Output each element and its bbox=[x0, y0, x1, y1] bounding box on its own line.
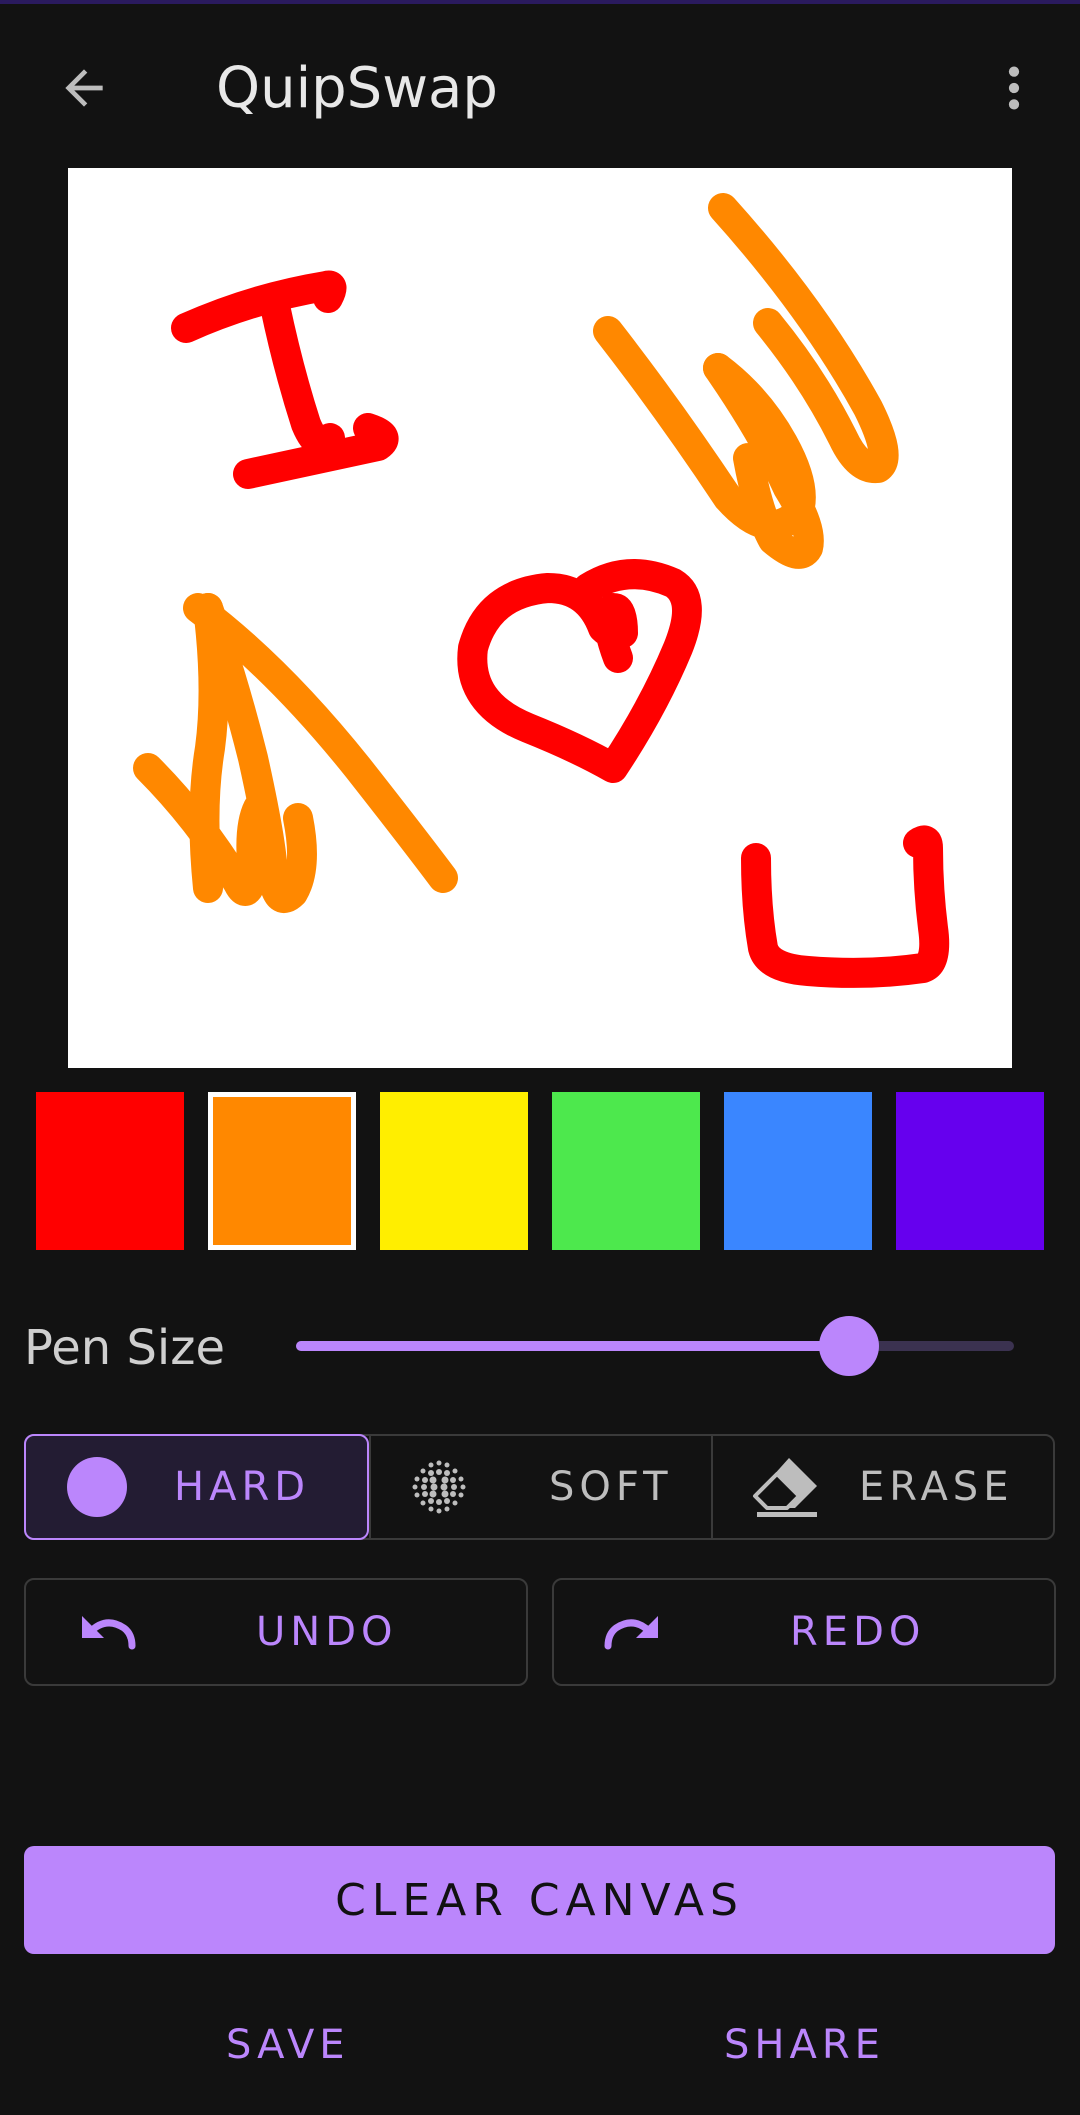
save-button[interactable]: SAVE bbox=[226, 2010, 350, 2080]
brush-erase-button[interactable]: ERASE bbox=[713, 1436, 1053, 1538]
brush-soft-label: SOFT bbox=[549, 1464, 673, 1510]
eraser-icon bbox=[753, 1458, 817, 1517]
slider-track-fill bbox=[296, 1341, 849, 1351]
redo-label: REDO bbox=[790, 1609, 926, 1655]
clear-canvas-button[interactable]: CLEAR CANVAS bbox=[24, 1846, 1055, 1954]
arrow-left-icon bbox=[65, 69, 103, 107]
swatch-green[interactable] bbox=[552, 1092, 700, 1250]
brush-erase-label: ERASE bbox=[859, 1464, 1014, 1510]
stroke-letter-u bbox=[741, 825, 950, 988]
redo-button[interactable]: REDO bbox=[552, 1578, 1056, 1686]
undo-button[interactable]: UNDO bbox=[24, 1578, 528, 1686]
canvas-drawing bbox=[133, 193, 950, 988]
app-bar: QuipSwap bbox=[0, 4, 1080, 164]
color-palette bbox=[36, 1092, 1044, 1250]
swatch-blue[interactable] bbox=[724, 1092, 872, 1250]
swatch-yellow[interactable] bbox=[380, 1092, 528, 1250]
stroke-letter-i bbox=[171, 270, 399, 489]
brush-hard-label: HARD bbox=[174, 1464, 311, 1510]
stroke-letter-n bbox=[133, 593, 458, 913]
divider bbox=[369, 1436, 371, 1538]
brush-hard-button[interactable]: HARD bbox=[24, 1434, 369, 1540]
stroke-heart bbox=[457, 559, 702, 783]
clear-canvas-label: CLEAR CANVAS bbox=[335, 1874, 744, 1926]
overflow-menu-button[interactable] bbox=[974, 48, 1054, 128]
share-button[interactable]: SHARE bbox=[724, 2010, 885, 2080]
undo-label: UNDO bbox=[256, 1609, 398, 1655]
swatch-orange[interactable] bbox=[208, 1092, 356, 1250]
brush-mode-group: HARD SOFT ERASE bbox=[24, 1434, 1055, 1540]
dotted-circle-icon bbox=[412, 1460, 466, 1514]
pen-size-slider[interactable] bbox=[296, 1316, 1014, 1376]
more-vertical-icon bbox=[1008, 66, 1020, 110]
pen-size-label: Pen Size bbox=[24, 1320, 225, 1376]
stroke-letter-w bbox=[593, 193, 899, 569]
drawing-canvas[interactable] bbox=[68, 168, 1012, 1068]
app-title: QuipSwap bbox=[216, 56, 498, 121]
redo-icon bbox=[604, 1616, 658, 1650]
back-button[interactable] bbox=[44, 48, 124, 128]
circle-icon bbox=[67, 1457, 127, 1517]
undo-icon bbox=[82, 1616, 136, 1650]
slider-thumb[interactable] bbox=[818, 1316, 879, 1376]
brush-soft-button[interactable]: SOFT bbox=[369, 1436, 711, 1538]
swatch-purple[interactable] bbox=[896, 1092, 1044, 1250]
swatch-red[interactable] bbox=[36, 1092, 184, 1250]
